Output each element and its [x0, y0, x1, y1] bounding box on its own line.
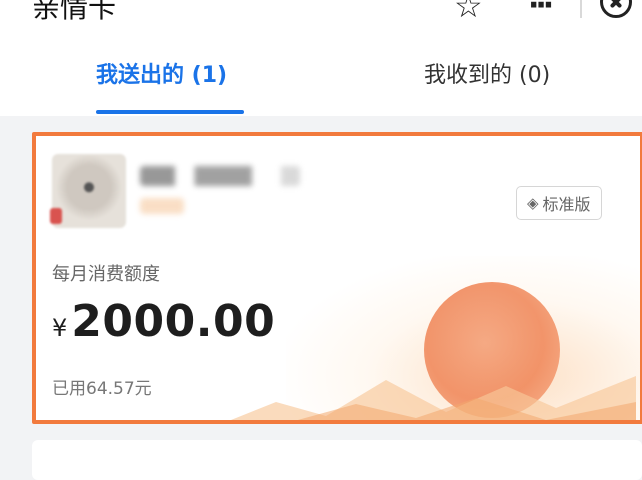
recipient-name-blurred	[140, 166, 300, 186]
active-tab-indicator	[96, 110, 244, 114]
tab-bar: 我送出的 (1) 我收到的 (0)	[0, 28, 642, 116]
close-icon[interactable]	[600, 0, 632, 18]
layers-icon: ◈	[527, 194, 539, 212]
avatar	[50, 154, 126, 228]
next-card-placeholder	[32, 440, 642, 480]
family-card[interactable]: ◈ 标准版 每月消费额度 ¥ 2000.00 已用64.57元	[32, 132, 642, 424]
star-icon[interactable]: ☆	[454, 0, 483, 26]
currency-symbol: ¥	[52, 314, 68, 342]
top-navigation-bar: 亲情卡 ☆ ···	[0, 0, 642, 28]
edition-label: 标准版	[542, 195, 591, 214]
used-amount: 已用64.57元	[52, 379, 152, 399]
tab-sent[interactable]: 我送出的 (1)	[96, 62, 227, 90]
hills-decoration	[231, 376, 636, 420]
amount-value: 2000.00	[71, 296, 276, 347]
edition-badge: ◈ 标准版	[516, 186, 602, 220]
page-title: 亲情卡	[32, 0, 117, 24]
quota-amount: ¥ 2000.00	[52, 296, 275, 347]
avatar-badge	[50, 208, 62, 224]
quota-label: 每月消费额度	[52, 264, 160, 285]
more-icon[interactable]: ···	[528, 0, 554, 21]
relation-tag-blurred	[140, 198, 184, 214]
divider	[580, 0, 582, 18]
tab-received[interactable]: 我收到的 (0)	[424, 62, 550, 90]
